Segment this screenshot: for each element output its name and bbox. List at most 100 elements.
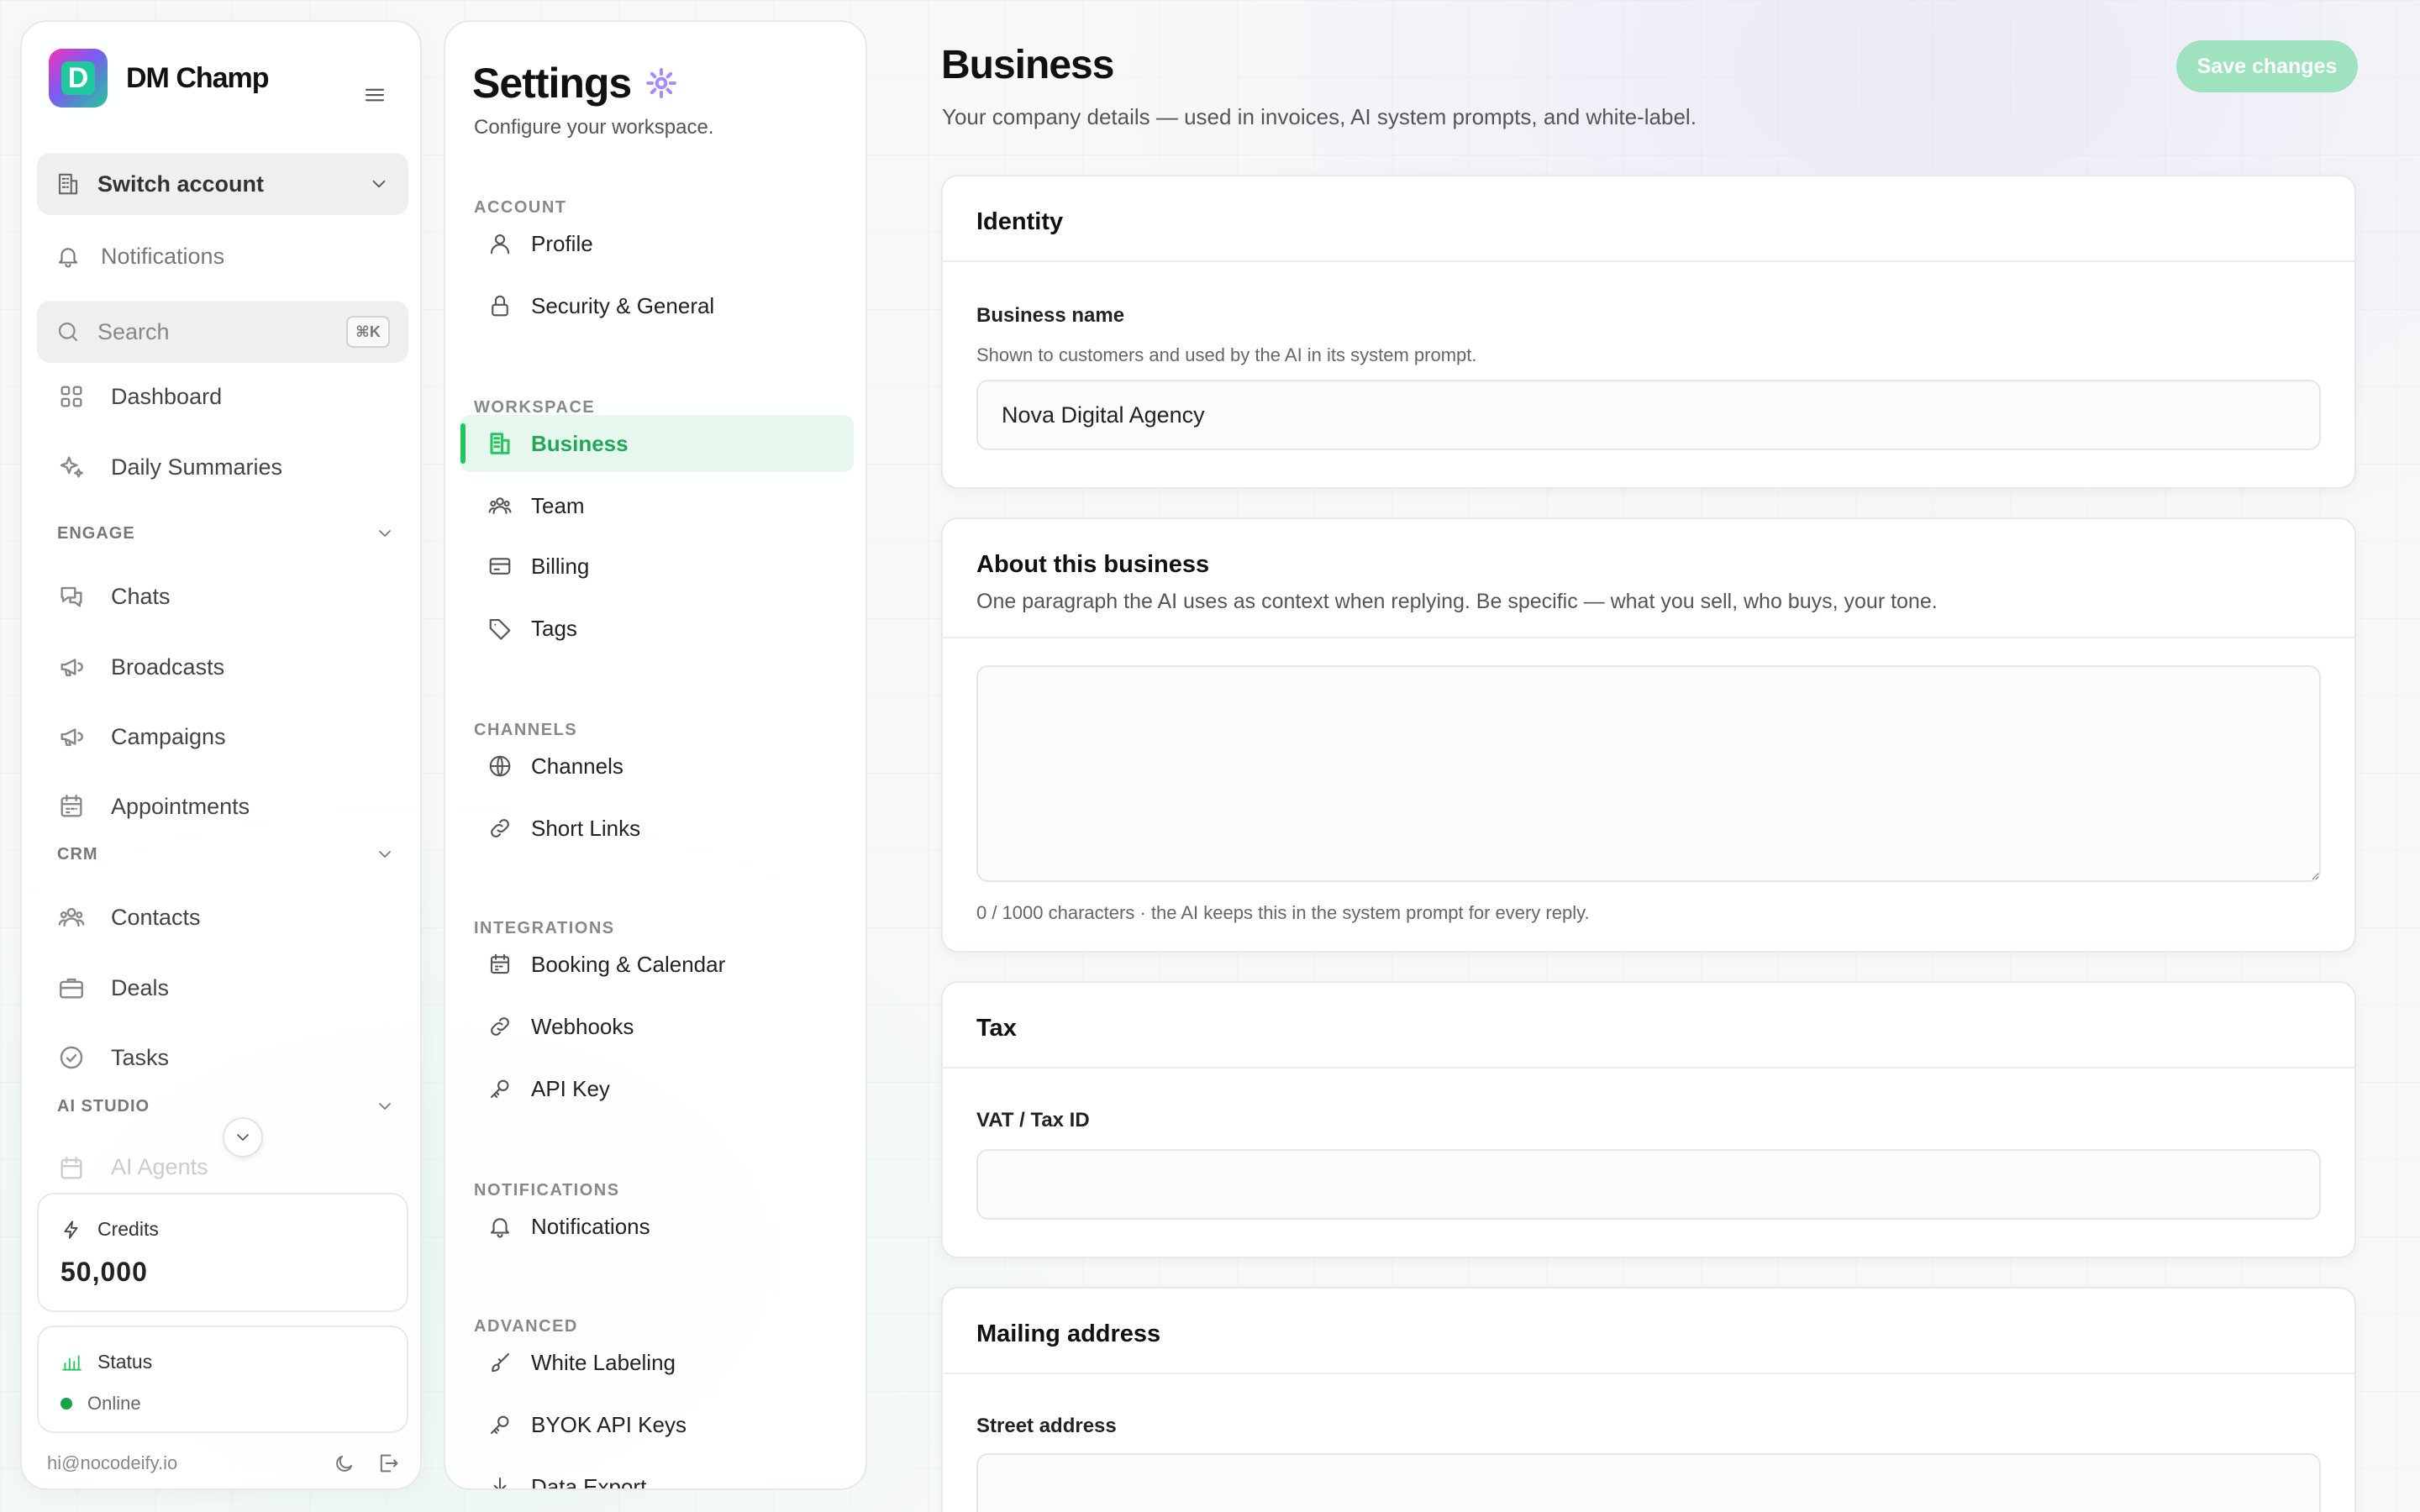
sidebar-item-tasks[interactable]: Tasks	[57, 1034, 169, 1081]
sidebar-item-contacts[interactable]: Contacts	[57, 894, 201, 941]
sidebar-item-appointments[interactable]: Appointments	[57, 783, 250, 830]
status-label: Status	[97, 1351, 153, 1373]
switch-account-label: Switch account	[97, 171, 265, 197]
megaphone-icon	[57, 722, 86, 751]
check-circle-icon	[57, 1043, 86, 1072]
bell-icon	[55, 244, 81, 269]
brand[interactable]: D DM Champ	[49, 49, 270, 108]
key-icon	[487, 1412, 513, 1437]
sidebar-item-label: Tasks	[111, 1044, 170, 1070]
building-icon	[55, 171, 81, 197]
settings-item-billing[interactable]: Billing	[460, 538, 854, 595]
settings-item-profile[interactable]: Profile	[460, 215, 854, 272]
vat-label: VAT / Tax ID	[976, 1109, 1090, 1131]
calendar-icon	[57, 1154, 86, 1179]
grid-icon	[57, 382, 86, 411]
settings-item-white-labeling[interactable]: White Labeling	[460, 1334, 854, 1391]
user-email: hi@nocodeify.io	[47, 1452, 178, 1473]
sidebar-item-label: Dashboard	[111, 383, 223, 409]
settings-item-webhooks[interactable]: Webhooks	[460, 998, 854, 1055]
sidebar-item-dashboard[interactable]: Dashboard	[57, 373, 222, 420]
settings-item-label: Billing	[531, 553, 590, 579]
calendar-icon	[57, 792, 86, 821]
status-card: Status Online	[37, 1326, 408, 1433]
business-name-input[interactable]	[976, 380, 2321, 450]
sidebar-item-label: AI Agents	[111, 1154, 208, 1179]
status-value: Online	[87, 1393, 141, 1414]
about-textarea[interactable]	[976, 665, 2321, 882]
settings-item-byok-api-keys[interactable]: BYOK API Keys	[460, 1396, 854, 1453]
status-dot	[60, 1398, 72, 1410]
credits-label: Credits	[97, 1218, 159, 1240]
settings-title-text: Settings	[472, 60, 632, 107]
search-input[interactable]: Search ⌘K	[37, 301, 408, 363]
search-shortcut-badge: ⌘K	[346, 316, 390, 348]
calendar-icon	[487, 952, 513, 977]
megaphone-icon	[57, 653, 86, 681]
sparkles-icon	[57, 453, 86, 481]
settings-item-team[interactable]: Team	[460, 477, 854, 534]
logout-icon[interactable]	[376, 1452, 400, 1475]
section-engage-title: ENGAGE	[57, 523, 135, 543]
sidebar-item-label: Deals	[111, 974, 170, 1000]
section-crm-toggle[interactable]: CRM	[57, 842, 410, 867]
save-changes-button[interactable]: Save changes	[2176, 40, 2358, 92]
settings-item-label: White Labeling	[531, 1349, 676, 1375]
street-address-input[interactable]	[976, 1453, 2321, 1512]
settings-item-label: Webhooks	[531, 1013, 634, 1039]
identity-panel: Identity Business name Shown to customer…	[941, 175, 2356, 489]
street-address-label: Street address	[976, 1415, 1117, 1437]
moon-icon[interactable]	[333, 1452, 356, 1475]
sidebar-item-broadcasts[interactable]: Broadcasts	[57, 643, 224, 690]
sidebar-notifications-label: Notifications	[101, 243, 225, 269]
settings-item-channels[interactable]: Channels	[460, 738, 854, 795]
chevron-down-icon	[368, 173, 390, 195]
hamburger-menu-icon[interactable]	[362, 82, 387, 108]
brush-icon	[487, 1350, 513, 1375]
settings-item-security[interactable]: Security & General	[460, 277, 854, 334]
sidebar-item-campaigns[interactable]: Campaigns	[57, 713, 226, 760]
sidebar-item-deals[interactable]: Deals	[57, 964, 169, 1011]
app-sidebar: D DM Champ Switch account Notifications …	[20, 20, 422, 1490]
lock-icon	[487, 293, 513, 318]
about-character-counter: 0 / 1000 characters · the AI keeps this …	[976, 902, 1590, 923]
briefcase-icon	[57, 974, 86, 1002]
mailing-address-panel: Mailing address Street address	[941, 1287, 2356, 1512]
settings-item-data-export[interactable]: Data Export	[460, 1458, 854, 1488]
sidebar-item-chats[interactable]: Chats	[57, 573, 171, 620]
section-engage-toggle[interactable]: ENGAGE	[57, 521, 410, 546]
settings-item-booking-calendar[interactable]: Booking & Calendar	[460, 936, 854, 993]
business-name-help: Shown to customers and used by the AI in…	[976, 344, 1477, 365]
section-ai-studio-title: AI STUDIO	[57, 1096, 150, 1116]
page-title: Business	[941, 43, 1114, 87]
sidebar-item-daily-summaries[interactable]: Daily Summaries	[57, 444, 282, 491]
sidebar-item-ai-agents[interactable]: AI Agents	[57, 1154, 208, 1179]
settings-item-notifications[interactable]: Notifications	[460, 1198, 854, 1255]
section-crm-title: CRM	[57, 844, 98, 864]
credit-card-icon	[487, 554, 513, 579]
settings-item-api-key[interactable]: API Key	[460, 1060, 854, 1117]
credits-card: Credits 50,000	[37, 1193, 408, 1312]
settings-item-label: API Key	[531, 1075, 610, 1101]
switch-account-button[interactable]: Switch account	[37, 153, 408, 215]
section-ai-studio-toggle[interactable]: AI STUDIO	[57, 1094, 410, 1119]
settings-item-business[interactable]: Business	[460, 415, 854, 472]
user-icon	[487, 231, 513, 256]
settings-item-label: Short Links	[531, 815, 641, 841]
brand-name: DM Champ	[126, 61, 270, 94]
settings-item-tags[interactable]: Tags	[460, 600, 854, 657]
chat-bubbles-icon	[57, 582, 86, 611]
chevron-down-icon	[375, 523, 395, 543]
sidebar-item-label: Appointments	[111, 793, 250, 819]
mailing-title: Mailing address	[976, 1320, 1161, 1347]
chevron-down-icon	[233, 1127, 253, 1147]
scroll-down-button[interactable]	[223, 1117, 263, 1158]
settings-item-label: Team	[531, 492, 585, 518]
tax-title: Tax	[976, 1015, 1017, 1042]
settings-item-label: Business	[531, 430, 629, 456]
vat-input[interactable]	[976, 1149, 2321, 1220]
sidebar-notifications[interactable]: Notifications	[55, 235, 224, 277]
settings-item-short-links[interactable]: Short Links	[460, 800, 854, 857]
lightning-icon	[60, 1219, 82, 1241]
about-description: One paragraph the AI uses as context whe…	[976, 590, 1938, 613]
